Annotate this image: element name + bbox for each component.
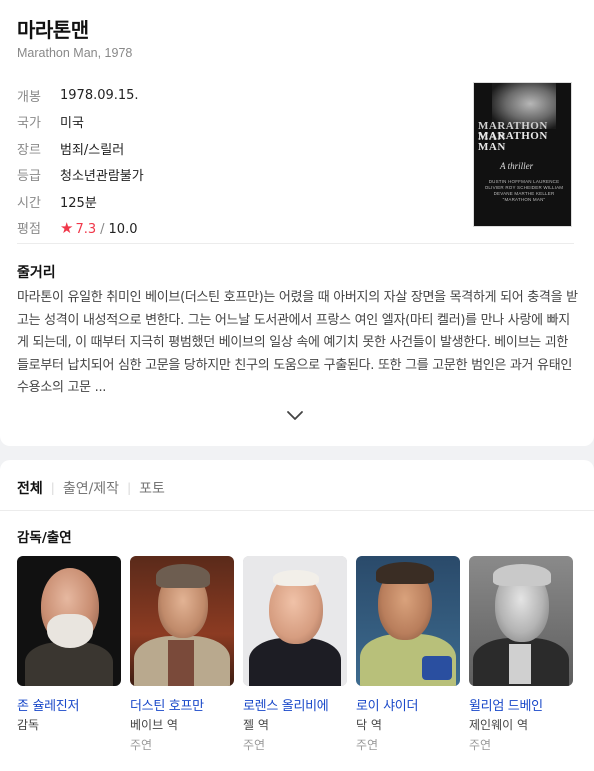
cast-item[interactable]: 로렌스 올리비에 젤 역 주연 bbox=[243, 556, 347, 753]
cast-section-heading: 감독/출연 bbox=[17, 530, 72, 546]
star-icon: ★ bbox=[60, 218, 74, 237]
cast-name[interactable]: 로렌스 올리비에 bbox=[243, 695, 347, 714]
rating-max: 10.0 bbox=[108, 221, 138, 237]
rating-separator: / bbox=[100, 221, 105, 237]
cast-name[interactable]: 로이 샤이더 bbox=[356, 695, 460, 714]
movie-facts: 개봉 1978.09.15. 국가 미국 장르 범죄/스릴러 등급 청소년관람불… bbox=[17, 82, 437, 241]
fact-release: 개봉 1978.09.15. bbox=[17, 82, 437, 109]
cast-role: 닥 역 bbox=[356, 718, 382, 732]
cast-photo bbox=[17, 556, 121, 686]
cast-name[interactable]: 존 슐레진저 bbox=[17, 695, 121, 714]
tab-photos[interactable]: 포토 bbox=[139, 478, 165, 498]
rating-score: 7.3 bbox=[75, 221, 97, 237]
fact-country: 국가 미국 bbox=[17, 109, 437, 136]
cast-type: 주연 bbox=[130, 738, 153, 752]
synopsis-heading: 줄거리 bbox=[17, 265, 56, 281]
tab-all[interactable]: 전체 bbox=[17, 478, 43, 498]
cast-item[interactable]: 윌리엄 드베인 제인웨이 역 주연 bbox=[469, 556, 573, 753]
synopsis-text: 마라톤이 유일한 취미인 베이브(더스틴 호프만)는 어렸을 때 아버지의 자살… bbox=[17, 290, 578, 395]
cast-type: 주연 bbox=[356, 738, 379, 752]
tab-separator: | bbox=[127, 481, 132, 495]
fact-rating-grade: 등급 청소년관람불가 bbox=[17, 162, 437, 189]
cast-role: 제인웨이 역 bbox=[469, 718, 529, 732]
fact-runtime: 시간 125분 bbox=[17, 188, 437, 215]
fact-value: 1978.09.15. bbox=[60, 87, 139, 103]
rating-value: ★ 7.3/10.0 bbox=[60, 219, 137, 237]
cast-photo bbox=[130, 556, 234, 686]
fact-value: 미국 bbox=[60, 116, 84, 132]
cast-item[interactable]: 로이 샤이더 닥 역 주연 bbox=[356, 556, 460, 753]
cast-item[interactable]: 더스틴 호프만 베이브 역 주연 bbox=[130, 556, 234, 753]
cast-photo bbox=[356, 556, 460, 686]
movie-subtitle: Marathon Man, 1978 bbox=[17, 46, 133, 60]
chevron-down-icon[interactable] bbox=[284, 408, 306, 424]
fact-value: 125분 bbox=[60, 195, 97, 211]
cast-tabs: 전체 | 출연/제작 | 포토 bbox=[17, 478, 165, 498]
cast-photo bbox=[243, 556, 347, 686]
fact-genre: 장르 범죄/스릴러 bbox=[17, 135, 437, 162]
fact-value: 범죄/스릴러 bbox=[60, 142, 125, 158]
cast-item[interactable]: 존 슐레진저 감독 bbox=[17, 556, 121, 733]
fact-label: 시간 bbox=[17, 195, 41, 211]
fact-score: 평점 ★ 7.3/10.0 bbox=[17, 215, 437, 242]
cast-type: 주연 bbox=[469, 738, 492, 752]
cast-photo bbox=[469, 556, 573, 686]
fact-label: 개봉 bbox=[17, 89, 41, 105]
poster-title-line: MARATHON MAN bbox=[478, 130, 548, 153]
movie-title: 마라톤맨 bbox=[17, 18, 89, 42]
cast-name[interactable]: 윌리엄 드베인 bbox=[469, 695, 573, 714]
poster-credits: DUSTIN HOFFMAN LAURENCE OLIVIER ROY SCHE… bbox=[484, 179, 564, 202]
cast-role: 베이브 역 bbox=[130, 718, 178, 732]
fact-label: 평점 bbox=[17, 222, 41, 238]
movie-poster[interactable]: MARATHON MAN MARATHON MAN A thriller DUS… bbox=[473, 82, 572, 227]
cast-role: 감독 bbox=[17, 718, 40, 732]
cast-type: 주연 bbox=[243, 738, 266, 752]
fact-label: 등급 bbox=[17, 169, 41, 185]
fact-value: 청소년관람불가 bbox=[60, 169, 144, 185]
divider bbox=[0, 510, 594, 511]
poster-tagline: A thriller bbox=[500, 161, 534, 171]
movie-info-card: 마라톤맨 Marathon Man, 1978 개봉 1978.09.15. 국… bbox=[0, 0, 594, 446]
cast-name[interactable]: 더스틴 호프만 bbox=[130, 695, 234, 714]
tab-cast-crew[interactable]: 출연/제작 bbox=[63, 478, 119, 498]
fact-label: 국가 bbox=[17, 116, 41, 132]
fact-label: 장르 bbox=[17, 142, 41, 158]
tab-separator: | bbox=[50, 481, 55, 495]
cast-role: 젤 역 bbox=[243, 718, 269, 732]
divider bbox=[17, 243, 574, 244]
